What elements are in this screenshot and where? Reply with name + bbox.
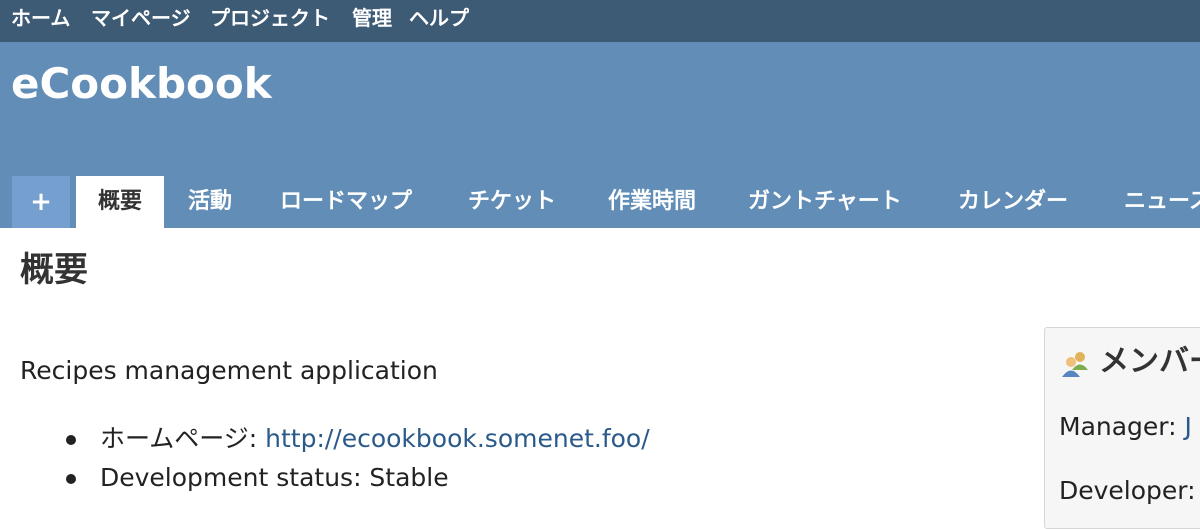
group-icon [1062,352,1088,377]
tab-news[interactable]: ニュース [1124,176,1200,228]
project-title: eCookbook [11,59,272,108]
top-menu-help[interactable]: ヘルプ [409,6,469,30]
tab-issues[interactable]: チケット [468,176,556,228]
project-description: Recipes management application [20,356,438,385]
top-menu-projects[interactable]: プロジェクト [210,6,330,30]
top-menu-my-page[interactable]: マイページ [91,6,191,30]
list-item-homepage: ホームページ: http://ecookbook.somenet.foo/ [0,420,650,459]
members-title: メンバー [1099,344,1200,379]
development-status-text: Development status: Stable [100,463,449,492]
tab-gantt[interactable]: ガントチャート [748,176,902,228]
homepage-label: ホームページ: [100,424,266,453]
top-menu-home[interactable]: ホーム [11,6,70,30]
list-item-development-status: Development status: Stable [0,459,650,498]
top-menu: ホーム マイページ プロジェクト 管理 ヘルプ [0,0,1200,42]
page-title: 概要 [20,250,88,290]
tab-overview[interactable]: 概要 [76,176,164,228]
tab-roadmap[interactable]: ロードマップ [280,176,412,228]
project-header: eCookbook + 概要 活動 ロードマップ チケット 作業時間 ガントチャ… [0,42,1200,228]
bullet-icon [66,474,76,484]
bullet-icon [66,435,76,445]
project-info-list: ホームページ: http://ecookbook.somenet.foo/ De… [0,420,650,498]
tab-time-entries[interactable]: 作業時間 [608,176,696,228]
tab-activity[interactable]: 活動 [188,176,232,228]
manager-role-label: Manager: [1059,412,1185,441]
developer-role-label: Developer: [1059,476,1196,505]
new-object-button[interactable]: + [12,176,70,228]
homepage-link[interactable]: http://ecookbook.somenet.foo/ [265,424,650,453]
member-role-developer: Developer: [1059,474,1196,508]
member-role-manager: Manager: J [1059,410,1192,444]
manager-user-link[interactable]: J [1185,412,1192,441]
tab-calendar[interactable]: カレンダー [958,176,1068,228]
top-menu-admin[interactable]: 管理 [352,6,392,30]
members-box: メンバー Manager: J Developer: [1044,327,1200,529]
